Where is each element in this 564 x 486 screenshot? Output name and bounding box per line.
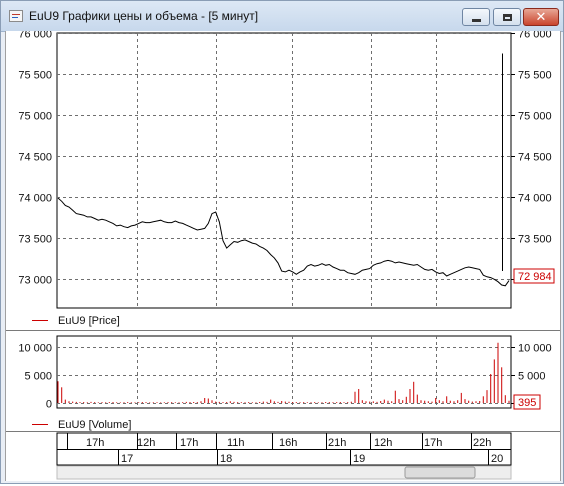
price-tick-label-left: 76 000 xyxy=(18,31,52,41)
close-button[interactable]: ✕ xyxy=(523,8,559,26)
day-label: 18 xyxy=(220,453,232,465)
price-last-value: 72 984 xyxy=(518,271,552,283)
price-last-value-badge: 72 984 xyxy=(513,268,555,284)
volume-tick-label-right: 10 000 xyxy=(518,343,552,355)
price-ticks-right: 73 00073 50074 00074 50075 00075 50076 0… xyxy=(511,29,552,287)
maximize-icon xyxy=(502,13,512,21)
price-tick-label-right: 76 000 xyxy=(518,31,552,41)
price-tick-label-left: 74 500 xyxy=(18,152,52,164)
chart-window: EuU9 Графики цены и объема - [5 минут] ✕… xyxy=(0,0,564,484)
title-bar[interactable]: EuU9 Графики цены и объема - [5 минут] ✕ xyxy=(1,1,563,32)
scrollbar-thumb[interactable] xyxy=(404,466,476,479)
price-ticks-left: 73 000 73 500 74 000 74 500 75 000 75 500 76 0… xyxy=(18,29,52,287)
hour-label: 11h xyxy=(227,437,245,449)
horizontal-scrollbar[interactable] xyxy=(56,465,512,480)
price-legend-label: EuU9 [Price] xyxy=(58,315,120,327)
price-tick-label-right: 73 500 xyxy=(518,234,552,246)
price-legend: EuU9 [Price] xyxy=(32,315,120,327)
hour-label: 12h xyxy=(374,437,392,449)
price-tick-label-left: 75 500 xyxy=(18,70,52,82)
minimize-button[interactable] xyxy=(462,8,490,26)
price-tick-label-left: 75 000 xyxy=(18,111,52,123)
hour-label: 12h xyxy=(137,437,155,449)
hour-label: 21h xyxy=(328,437,346,449)
volume-last-value: 395 xyxy=(518,397,536,409)
window-title: EuU9 Графики цены и объема - [5 минут] xyxy=(29,9,259,23)
maximize-button[interactable] xyxy=(493,8,521,26)
volume-tick-label-left: 10 000 xyxy=(18,343,52,355)
chart-app-icon xyxy=(9,10,23,22)
volume-legend: EuU9 [Volume] xyxy=(32,419,131,431)
hour-label: 17h xyxy=(424,437,442,449)
price-tick-label-left: 74 000 xyxy=(18,193,52,205)
volume-legend-label: EuU9 [Volume] xyxy=(58,419,131,431)
close-icon: ✕ xyxy=(535,9,547,25)
day-label: 20 xyxy=(491,453,503,465)
price-tick-label-right: 75 000 xyxy=(518,111,552,123)
price-tick-label-left: 73 500 xyxy=(18,234,52,246)
price-tick-label-left: 73 000 xyxy=(18,275,52,287)
volume-tick-label-left: 5 000 xyxy=(24,371,52,383)
volume-last-value-badge: 395 xyxy=(513,394,541,410)
volume-tick-label-right: 5 000 xyxy=(518,371,546,383)
hour-label: 17h xyxy=(180,437,198,449)
hour-label: 22h xyxy=(473,437,491,449)
minimize-icon xyxy=(471,18,481,22)
volume-ticks-left: 0 5 000 10 000 xyxy=(18,343,52,411)
hour-label: 16h xyxy=(279,437,297,449)
price-tick-label-right: 74 500 xyxy=(518,152,552,164)
price-tick-label-right: 74 000 xyxy=(518,193,552,205)
hour-label: 17h xyxy=(86,437,104,449)
volume-tick-label-left: 0 xyxy=(46,399,52,411)
day-label: 19 xyxy=(353,453,365,465)
volume-panel-frame xyxy=(56,335,512,409)
day-label: 17 xyxy=(121,453,133,465)
price-tick-label-right: 75 500 xyxy=(518,70,552,82)
chart-canvas: 73 000 73 500 74 000 74 500 75 000 75 500 76 0… xyxy=(6,29,560,480)
chart-client-area: 73 000 73 500 74 000 74 500 75 000 75 500 76 0… xyxy=(5,29,561,481)
